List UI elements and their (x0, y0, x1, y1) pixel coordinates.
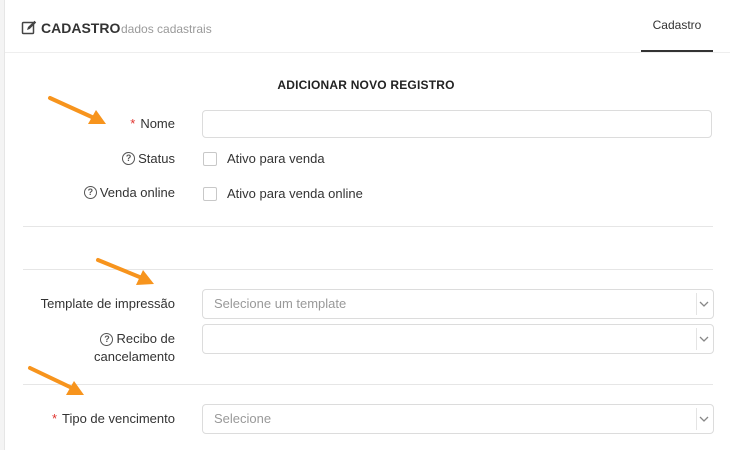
annotation-arrow-icon (48, 96, 106, 124)
template-select[interactable]: Selecione um template (202, 289, 714, 319)
required-mark: * (51, 411, 58, 426)
chevron-down-icon (699, 336, 709, 342)
status-checkbox-label[interactable]: Ativo para venda (227, 151, 325, 166)
vencimento-select[interactable]: Selecione (202, 404, 714, 434)
chevron-down-icon (699, 416, 709, 422)
section-divider (23, 226, 713, 227)
vencimento-label: * Tipo de vencimento (52, 411, 175, 426)
annotation-arrow-icon (96, 258, 154, 285)
edit-icon (21, 20, 37, 35)
template-label-text: Template de impressão (40, 296, 175, 311)
nome-label-text: Nome (140, 116, 175, 131)
vencimento-label-text: Tipo de vencimento (62, 411, 175, 426)
vencimento-select-value: Selecione (214, 411, 272, 426)
venda-online-label: ? Venda online (83, 185, 175, 200)
recibo-select[interactable] (202, 324, 714, 354)
page-subtitle: dados cadastrais (121, 22, 212, 36)
recibo-label-line2: cancelamento (94, 349, 175, 364)
venda-online-label-text: Venda online (99, 185, 175, 200)
recibo-label-line1: Recibo de (116, 331, 175, 346)
page-title: CADASTRO (41, 20, 121, 36)
section-divider (23, 384, 713, 385)
select-separator (696, 328, 697, 350)
nome-label: * Nome (130, 116, 175, 131)
help-icon[interactable]: ? (100, 332, 114, 346)
chevron-down-icon (699, 301, 709, 307)
required-mark: * (130, 116, 136, 131)
recibo-label: ? Recibo de cancelamento (94, 330, 175, 366)
select-separator (696, 408, 697, 430)
help-icon[interactable]: ? (122, 152, 136, 165)
annotation-arrow-icon (28, 366, 84, 395)
template-select-value: Selecione um template (214, 296, 347, 311)
panel-header: CADASTRO dados cadastrais Cadastro (5, 0, 730, 52)
help-icon[interactable]: ? (83, 186, 97, 199)
status-label: ? Status (122, 151, 175, 166)
status-label-text: Status (138, 151, 175, 166)
venda-online-checkbox-label[interactable]: Ativo para venda online (227, 186, 363, 201)
header-divider (5, 52, 730, 53)
status-checkbox[interactable] (203, 152, 217, 166)
select-separator (696, 293, 697, 315)
nome-input[interactable] (202, 110, 712, 138)
section-title: ADICIONAR NOVO REGISTRO (277, 78, 455, 92)
tab-cadastro[interactable]: Cadastro (641, 0, 713, 52)
venda-online-checkbox[interactable] (203, 187, 217, 201)
form-panel: CADASTRO dados cadastrais Cadastro ADICI… (4, 0, 730, 450)
template-label: Template de impressão (41, 296, 175, 311)
